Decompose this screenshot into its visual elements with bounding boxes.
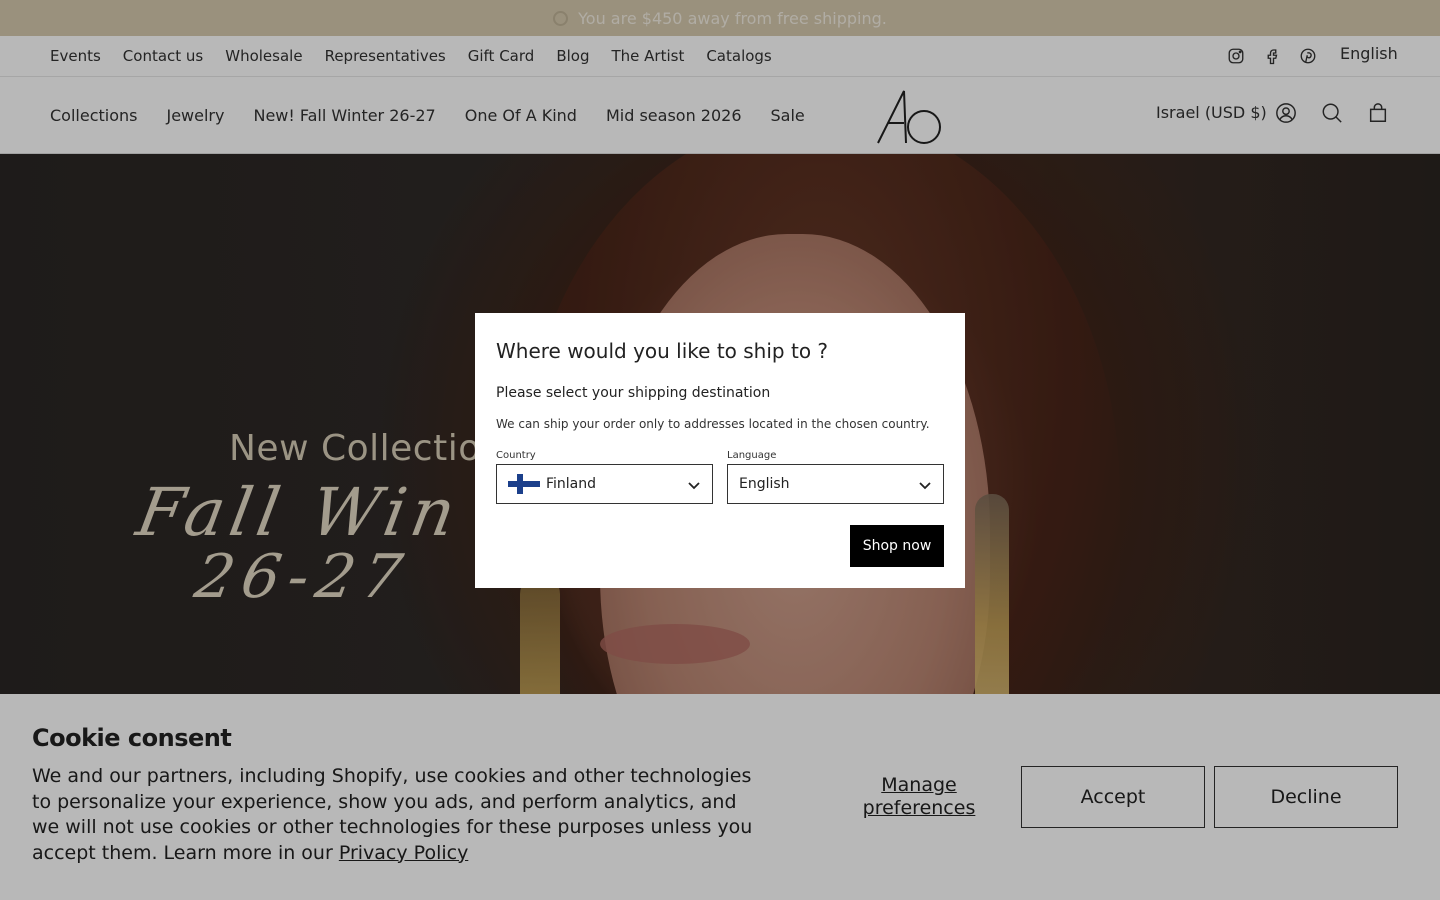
cookie-banner: Cookie consent We and our partners, incl…	[0, 694, 1440, 900]
menu-jewelry[interactable]: Jewelry	[166, 106, 224, 125]
search-icon[interactable]	[1320, 101, 1344, 125]
hero-image-lips	[600, 624, 750, 664]
hero-image-earring-left	[520, 574, 560, 714]
country-select[interactable]: Finland	[496, 464, 713, 504]
main-menu: Collections Jewelry New! Fall Winter 26-…	[50, 77, 805, 153]
modal-title: Where would you like to ship to ?	[496, 339, 829, 363]
shop-now-button[interactable]: Shop now	[850, 525, 944, 567]
cart-icon[interactable]	[1366, 101, 1390, 125]
main-header: Collections Jewelry New! Fall Winter 26-…	[0, 77, 1440, 154]
modal-note: We can ship your order only to addresses…	[496, 417, 930, 431]
shipping-progress-icon	[553, 10, 569, 26]
nav-blog[interactable]: Blog	[556, 47, 589, 65]
hero-image-earring	[975, 494, 1009, 714]
nav-wholesale[interactable]: Wholesale	[225, 47, 302, 65]
menu-fall-winter[interactable]: New! Fall Winter 26-27	[253, 106, 435, 125]
modal-subtitle: Please select your shipping destination	[496, 385, 771, 401]
country-label: Country	[496, 450, 536, 461]
utility-nav: Events Contact us Wholesale Representati…	[0, 36, 1440, 77]
account-icon[interactable]	[1274, 101, 1298, 125]
menu-sale[interactable]: Sale	[771, 106, 805, 125]
decline-button[interactable]: Decline	[1214, 766, 1398, 828]
chevron-down-icon	[688, 482, 700, 490]
language-value: English	[739, 476, 790, 492]
social-links	[1226, 46, 1318, 66]
language-switch[interactable]: English	[1340, 44, 1398, 63]
cookie-text: We and our partners, including Shopify, …	[32, 764, 762, 866]
brand-logo[interactable]	[874, 87, 944, 145]
utility-links: Events Contact us Wholesale Representati…	[50, 36, 772, 76]
nav-events[interactable]: Events	[50, 47, 101, 65]
manage-preferences-link[interactable]: Manage preferences	[860, 774, 978, 820]
pinterest-icon[interactable]	[1298, 46, 1318, 66]
menu-mid-season[interactable]: Mid season 2026	[606, 106, 742, 125]
country-value: Finland	[546, 476, 597, 492]
announcement-bar: You are $450 away from free shipping.	[0, 0, 1440, 36]
currency-selector[interactable]: Israel (USD $)	[1156, 103, 1267, 122]
instagram-icon[interactable]	[1226, 46, 1246, 66]
nav-catalogs[interactable]: Catalogs	[706, 47, 771, 65]
nav-the-artist[interactable]: The Artist	[611, 47, 684, 65]
accept-button[interactable]: Accept	[1021, 766, 1205, 828]
facebook-icon[interactable]	[1262, 46, 1282, 66]
nav-gift-card[interactable]: Gift Card	[468, 47, 535, 65]
language-label: Language	[727, 450, 777, 461]
language-select[interactable]: English	[727, 464, 944, 504]
hero-script-line: Fall Win	[131, 474, 467, 551]
menu-collections[interactable]: Collections	[50, 106, 137, 125]
cookie-title: Cookie consent	[32, 724, 232, 752]
announcement-text: You are $450 away from free shipping.	[578, 8, 887, 28]
hero-heading: New Collection	[229, 428, 505, 469]
nav-representatives[interactable]: Representatives	[325, 47, 446, 65]
header-icons	[1274, 101, 1390, 125]
menu-one-of-a-kind[interactable]: One Of A Kind	[465, 106, 577, 125]
privacy-policy-link[interactable]: Privacy Policy	[339, 842, 468, 864]
chevron-down-icon	[919, 482, 931, 490]
hero-year: 26-27	[189, 542, 416, 612]
shipping-modal: Where would you like to ship to ? Please…	[475, 313, 965, 588]
finland-flag-icon	[508, 474, 540, 494]
nav-contact-us[interactable]: Contact us	[123, 47, 203, 65]
